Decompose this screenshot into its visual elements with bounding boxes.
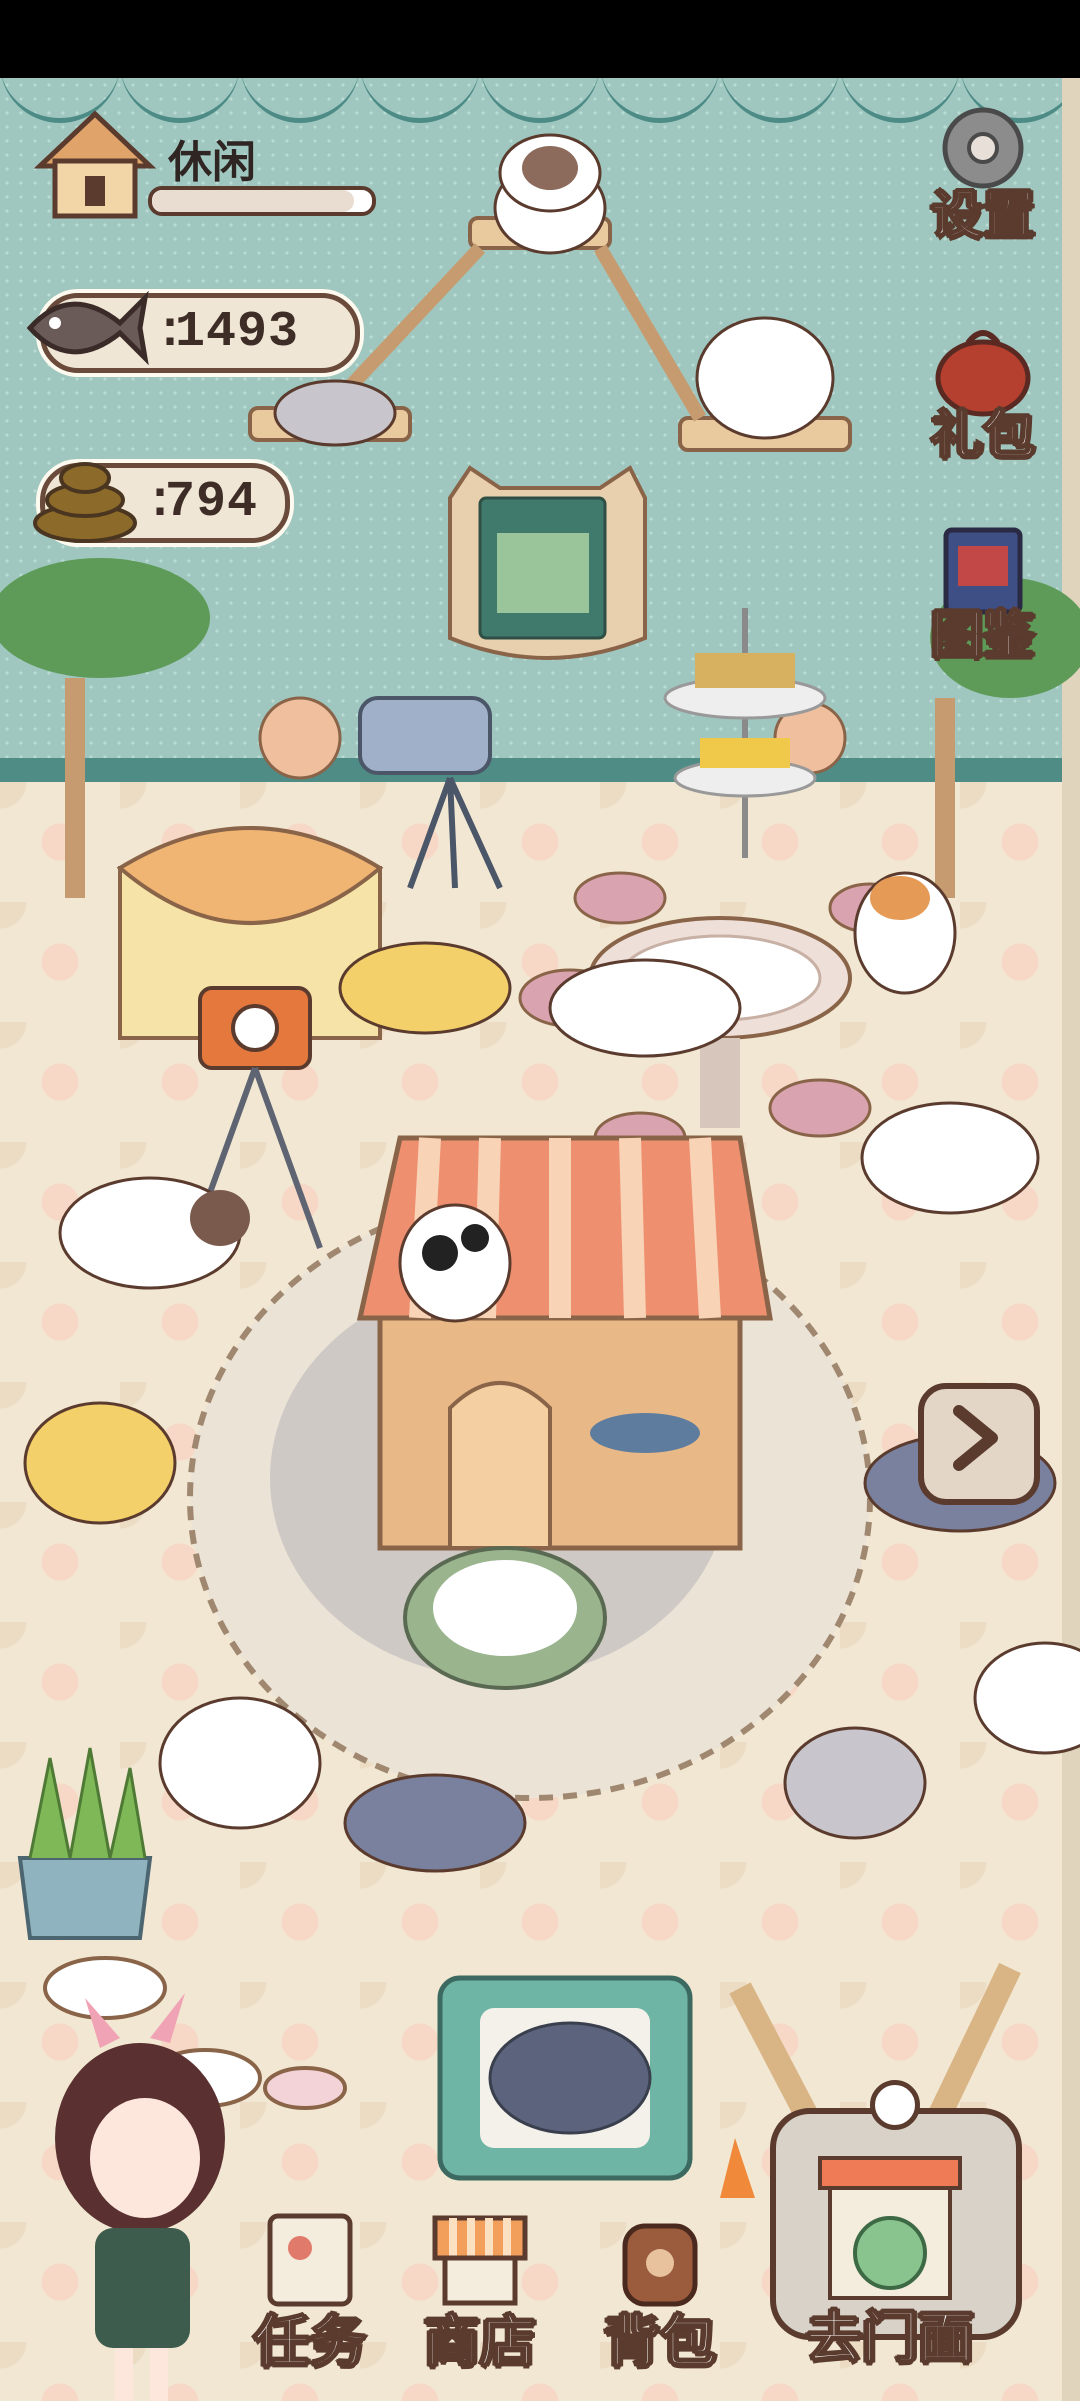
cat-house-status-icon[interactable] <box>30 106 160 226</box>
paw-decor <box>258 696 342 780</box>
cat-tabby-gray[interactable] <box>780 1718 930 1848</box>
cat-calico[interactable] <box>845 858 965 998</box>
settings-button[interactable]: 设置 <box>918 98 1048 248</box>
game-scene: 休闲 : 1493 : 794 设置 礼包 图鉴 任务 商店 背包 去门面 <box>0 78 1080 2401</box>
shop-label: 商店 <box>423 2309 537 2376</box>
settings-label: 设置 <box>930 185 1036 247</box>
cat-gray-sleeping[interactable] <box>340 1768 530 1878</box>
cat-orange-sleeping[interactable] <box>335 928 515 1038</box>
status-progress-fill <box>152 190 355 212</box>
cat-ragdoll[interactable] <box>480 128 620 258</box>
cat-grass <box>17 1747 153 1940</box>
backpack-icon <box>605 2208 715 2308</box>
gift-pack-button[interactable]: 礼包 <box>918 318 1048 468</box>
tasks-button[interactable]: 任务 <box>240 2208 380 2378</box>
storefront-label: 去门面 <box>805 2305 975 2372</box>
catalog-button[interactable]: 图鉴 <box>918 518 1048 668</box>
storefront-button[interactable]: 去门面 <box>760 2078 1022 2372</box>
fish-count: 1493 <box>175 304 300 361</box>
storefront-icon <box>818 2156 962 2300</box>
cat-siamese[interactable] <box>50 1163 250 1303</box>
cat-calico-rolling[interactable] <box>855 1093 1045 1223</box>
status-label: 休闲 <box>168 137 256 188</box>
cat-black-white[interactable] <box>395 1198 515 1328</box>
backpack-label: 背包 <box>603 2309 717 2376</box>
poop-icon <box>25 438 145 548</box>
bell-icon <box>870 2080 920 2130</box>
status-progress-bar <box>148 186 376 216</box>
fish-icon <box>20 273 150 383</box>
shop-button[interactable]: 商店 <box>410 2208 550 2378</box>
task-note-icon <box>255 2208 365 2308</box>
photo-frame <box>448 465 647 660</box>
tasks-label: 任务 <box>253 2309 367 2376</box>
cat-gray-in-cushion[interactable] <box>480 2008 660 2148</box>
cat-offscreen-white[interactable] <box>970 1638 1080 1758</box>
gift-pack-label: 礼包 <box>930 405 1036 467</box>
cat-orange-tabby[interactable] <box>15 1378 185 1548</box>
cat-white-lying[interactable] <box>545 953 745 1063</box>
backpack-button[interactable]: 背包 <box>590 2208 730 2378</box>
status-bar <box>0 0 1080 78</box>
chevron-right-icon <box>953 1405 998 1471</box>
catalog-label: 图鉴 <box>930 605 1036 667</box>
poop-count: 794 <box>165 474 259 531</box>
shop-awning-icon <box>425 2208 535 2308</box>
cat-bed <box>403 1546 607 1690</box>
cat-white-fluffy[interactable] <box>690 308 840 448</box>
cat-gray[interactable] <box>270 368 400 448</box>
spotlight <box>358 696 503 890</box>
next-area-button[interactable] <box>918 1383 1040 1505</box>
cat-white-fluffy-2[interactable] <box>150 1688 330 1838</box>
